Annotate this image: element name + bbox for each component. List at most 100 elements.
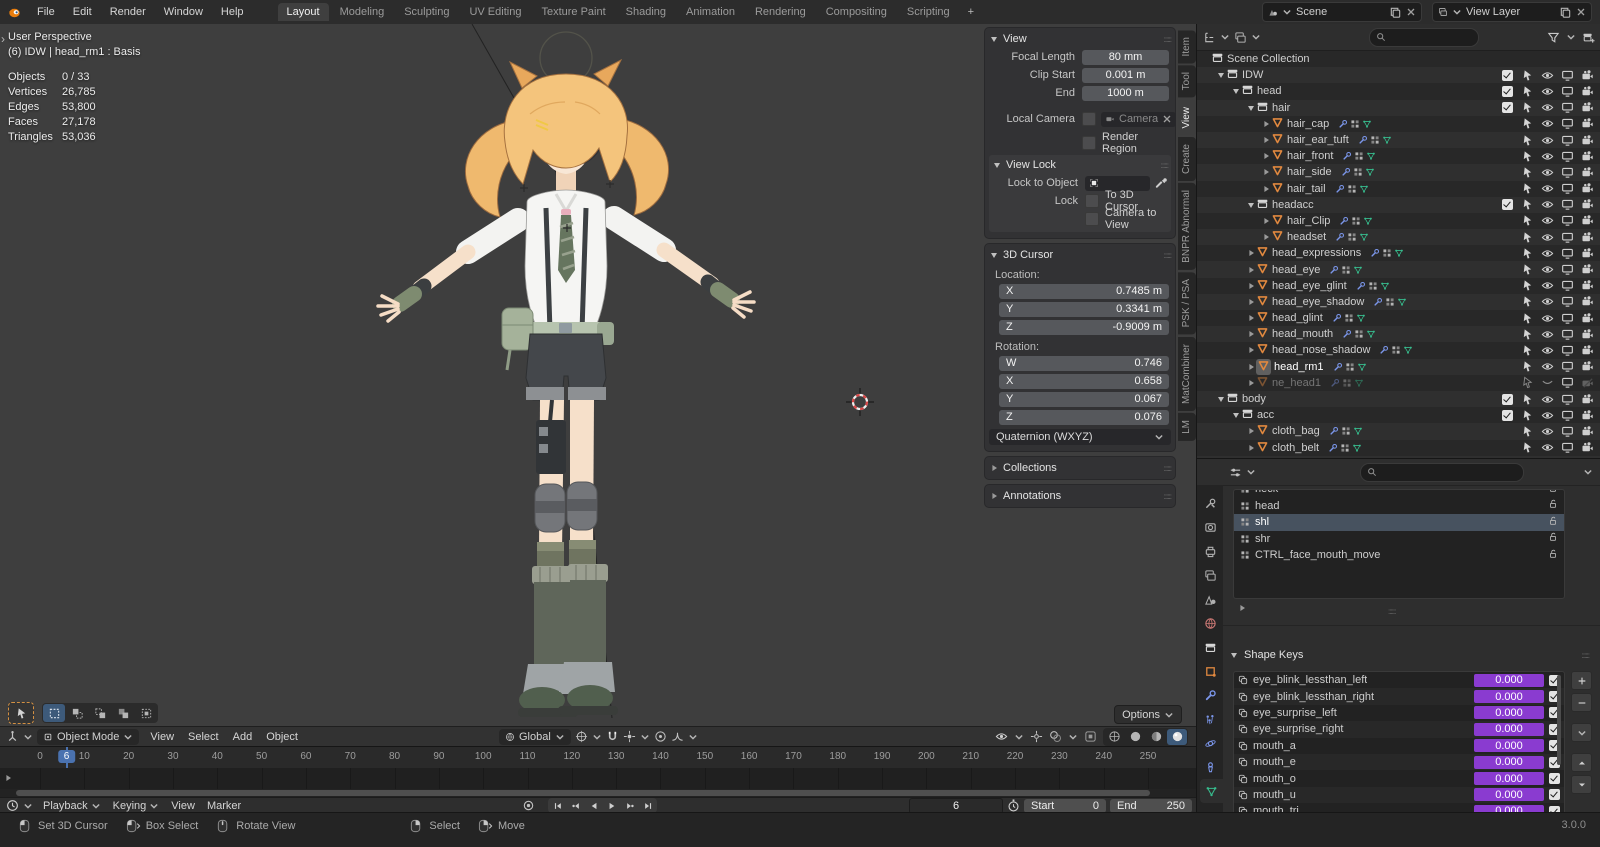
- properties-search-input[interactable]: [1360, 462, 1524, 482]
- workspace-tab-rendering[interactable]: Rendering: [746, 3, 815, 21]
- copy-icon[interactable]: [1389, 6, 1402, 19]
- outliner-row-acc[interactable]: acc: [1197, 407, 1600, 423]
- visibility-toggle-icon[interactable]: [1541, 409, 1554, 422]
- selectable-toggle-icon[interactable]: [1521, 214, 1534, 227]
- next-keyframe-button[interactable]: [621, 799, 638, 812]
- value-field-end[interactable]: 1000 m: [1082, 85, 1169, 101]
- shape-key-eye_surprise_right[interactable]: eye_surprise_right 0.000: [1234, 721, 1564, 737]
- selectable-toggle-icon[interactable]: [1521, 344, 1534, 357]
- selectable-toggle-icon[interactable]: [1521, 441, 1534, 454]
- jump-to-start-button[interactable]: [549, 799, 566, 812]
- visibility-toggle-icon[interactable]: [1541, 312, 1554, 325]
- shape-key-value-slider[interactable]: 0.000: [1474, 739, 1544, 753]
- shape-key-mouth_o[interactable]: mouth_o 0.000: [1234, 770, 1564, 786]
- shape-key-mute-checkbox[interactable]: [1549, 789, 1560, 801]
- timeline-menu-keying[interactable]: Keying: [107, 800, 166, 812]
- active-tool-button[interactable]: [8, 702, 34, 724]
- vertex-group-neck[interactable]: neck: [1234, 490, 1564, 498]
- scene-selector[interactable]: Scene: [1262, 2, 1422, 22]
- editor-type-icon[interactable]: [1229, 466, 1242, 479]
- menu-render[interactable]: Render: [102, 3, 154, 21]
- vertex-group-head[interactable]: head: [1234, 498, 1564, 515]
- render-toggle-icon[interactable]: [1581, 198, 1594, 211]
- sidebar-tab-item[interactable]: Item: [1178, 30, 1196, 64]
- render-enable-checkbox[interactable]: [1501, 393, 1513, 405]
- checkbox-camera-to-view[interactable]: [1085, 212, 1099, 226]
- sidebar-tab-create[interactable]: Create: [1178, 137, 1196, 182]
- snap-target-icon[interactable]: [623, 730, 636, 743]
- viewport-toggle-icon[interactable]: [1561, 69, 1574, 82]
- properties-tab-scene[interactable]: [1197, 587, 1223, 611]
- start-frame-field[interactable]: Start 0: [1024, 798, 1106, 813]
- outliner-row-hair-clip[interactable]: hair_Clip: [1197, 213, 1600, 229]
- scrollbar-thumb[interactable]: [16, 790, 1150, 796]
- snap-magnet-icon[interactable]: [606, 730, 619, 743]
- viewport-toggle-icon[interactable]: [1561, 117, 1574, 130]
- select-mode-new[interactable]: [43, 704, 65, 722]
- disclosure-closed-icon[interactable]: [1261, 151, 1271, 161]
- panel-grip[interactable]: ::::::: [1164, 35, 1172, 44]
- render-toggle-icon[interactable]: [1581, 166, 1594, 179]
- cursor-rotation-y[interactable]: Y 0.067: [999, 391, 1169, 407]
- menu-file[interactable]: File: [29, 3, 63, 21]
- render-toggle-icon[interactable]: [1581, 409, 1594, 422]
- render-toggle-icon[interactable]: [1581, 279, 1594, 292]
- summary-expand-icon[interactable]: [3, 773, 13, 783]
- disclosure-closed-icon[interactable]: [1261, 119, 1271, 129]
- properties-tab-tool[interactable]: [1197, 491, 1223, 515]
- shape-key-mouth_e[interactable]: mouth_e 0.000: [1234, 754, 1564, 770]
- viewport-toggle-icon[interactable]: [1561, 360, 1574, 373]
- shape-key-specials-button[interactable]: [1571, 723, 1592, 742]
- jump-to-end-button[interactable]: [639, 799, 656, 812]
- selectable-toggle-icon[interactable]: [1521, 247, 1534, 260]
- selectable-toggle-icon[interactable]: [1521, 376, 1534, 389]
- render-enable-checkbox[interactable]: [1501, 409, 1513, 421]
- workspace-tab-scripting[interactable]: Scripting: [898, 3, 959, 21]
- disclosure-closed-icon[interactable]: [1246, 443, 1256, 453]
- visibility-toggle-icon[interactable]: [1541, 360, 1554, 373]
- visibility-toggle-icon[interactable]: [1541, 231, 1554, 244]
- add-workspace-button[interactable]: +: [961, 4, 981, 20]
- stopwatch-icon[interactable]: [1007, 799, 1020, 812]
- selectable-toggle-icon[interactable]: [1521, 295, 1534, 308]
- render-enable-checkbox[interactable]: [1501, 102, 1513, 114]
- shape-key-eye_surprise_left[interactable]: eye_surprise_left 0.000: [1234, 705, 1564, 721]
- close-icon[interactable]: [1576, 7, 1586, 17]
- vertex-group-shl[interactable]: shl: [1234, 514, 1564, 531]
- proportional-edit-icon[interactable]: [654, 730, 667, 743]
- viewport-toggle-icon[interactable]: [1561, 393, 1574, 406]
- select-mode-extend[interactable]: [66, 704, 88, 722]
- workspace-tab-texture-paint[interactable]: Texture Paint: [532, 3, 614, 21]
- selectable-toggle-icon[interactable]: [1521, 166, 1534, 179]
- outliner-row-cloth-belt[interactable]: cloth_belt: [1197, 440, 1600, 456]
- editor-type-icon[interactable]: [6, 730, 19, 743]
- new-collection-icon[interactable]: [1582, 31, 1595, 44]
- sidebar-tab-view[interactable]: View: [1178, 99, 1196, 136]
- render-enable-checkbox[interactable]: [1501, 69, 1513, 81]
- outliner-row-head[interactable]: head: [1197, 83, 1600, 99]
- visibility-toggle-icon[interactable]: [1541, 134, 1554, 147]
- selectable-toggle-icon[interactable]: [1521, 117, 1534, 130]
- visibility-eye-icon[interactable]: [995, 730, 1008, 743]
- visibility-toggle-icon[interactable]: [1541, 198, 1554, 211]
- cursor-rotation-x[interactable]: X 0.658: [999, 373, 1169, 389]
- render-toggle-icon[interactable]: [1581, 214, 1594, 227]
- sidebar-tab-lm[interactable]: LM: [1178, 412, 1196, 441]
- viewport-toggle-icon[interactable]: [1561, 295, 1574, 308]
- properties-tab-render[interactable]: [1197, 515, 1223, 539]
- disclosure-closed-icon[interactable]: [1261, 232, 1271, 242]
- outliner-row-hair[interactable]: hair: [1197, 100, 1600, 116]
- select-mode-intersect[interactable]: [135, 704, 157, 722]
- disclosure-closed-icon[interactable]: [1261, 216, 1271, 226]
- timeline-menu-playback[interactable]: Playback: [37, 800, 107, 812]
- visibility-toggle-icon[interactable]: [1541, 117, 1554, 130]
- copy-icon[interactable]: [1559, 6, 1572, 19]
- disclosure-closed-icon[interactable]: [1261, 135, 1271, 145]
- viewport-toggle-icon[interactable]: [1561, 263, 1574, 276]
- workspace-tab-layout[interactable]: Layout: [277, 3, 329, 21]
- workspace-tab-uv-editing[interactable]: UV Editing: [460, 3, 530, 21]
- lock-open-icon[interactable]: [1548, 532, 1558, 542]
- outliner-row-head-eye-shadow[interactable]: head_eye_shadow: [1197, 294, 1600, 310]
- timeline-track-area[interactable]: [0, 768, 1196, 789]
- render-toggle-icon[interactable]: [1581, 441, 1594, 454]
